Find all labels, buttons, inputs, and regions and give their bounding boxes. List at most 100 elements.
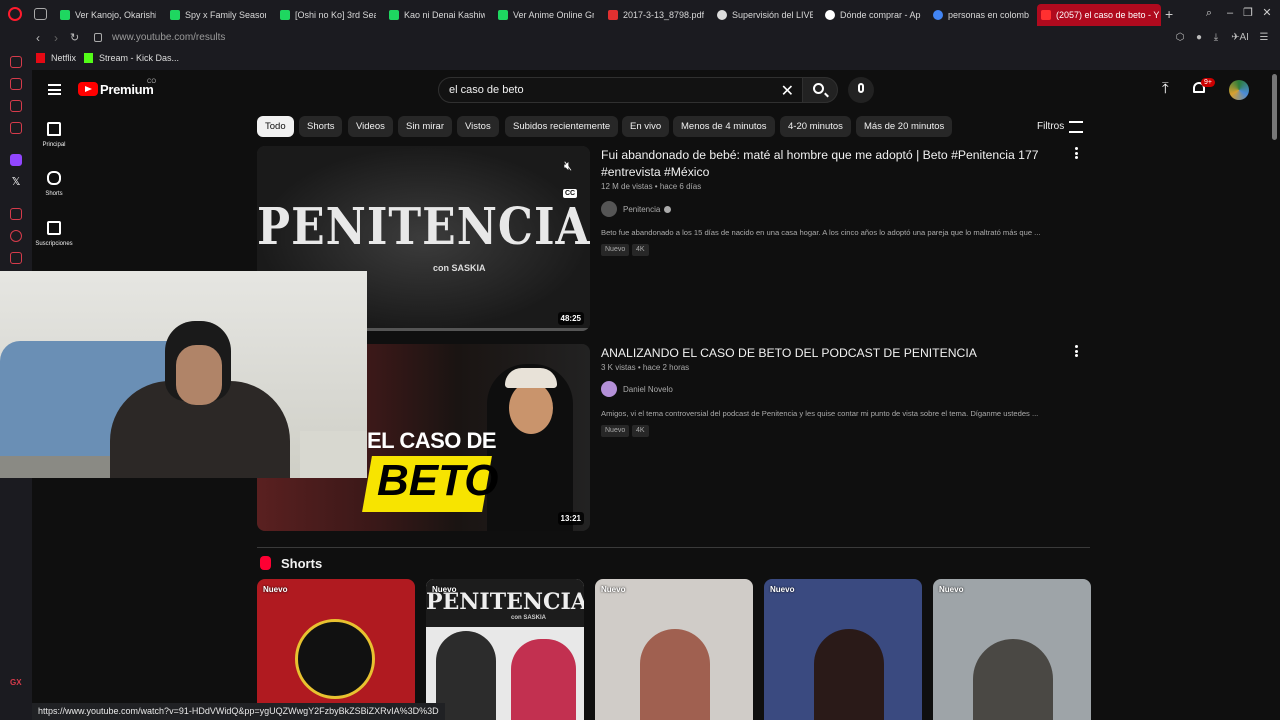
gx-corner-icon[interactable]: GX [10, 678, 22, 690]
short-thumbnail-3[interactable]: Nuevo [595, 579, 753, 720]
history-icon[interactable] [10, 230, 22, 242]
search-button[interactable] [802, 77, 838, 103]
account-avatar[interactable] [1229, 80, 1249, 100]
url-field[interactable]: www.youtube.com/results [112, 32, 225, 43]
tab-7[interactable]: Supervisión del LIVE [713, 4, 813, 26]
short-thumbnail-2[interactable]: PENITENCIA con SASKIA Nuevo [426, 579, 584, 720]
maximize-icon[interactable]: ❐ [1242, 7, 1254, 19]
chip-en-vivo[interactable]: En vivo [622, 116, 670, 137]
chip-videos[interactable]: Videos [348, 116, 393, 137]
video-description-2: Amigos, vi el tema controversial del pod… [601, 409, 1039, 418]
chip-shorts[interactable]: Shorts [299, 116, 343, 137]
tiktok-icon [717, 10, 727, 20]
chip-vistos[interactable]: Vistos [457, 116, 499, 137]
aria-icon[interactable] [10, 78, 22, 90]
shorts-logo-icon [260, 556, 271, 570]
aria-ai-icon[interactable]: ✈AI [1231, 32, 1249, 44]
tag-nuevo: Nuevo [601, 425, 630, 437]
opera-logo-icon[interactable] [8, 7, 22, 21]
chip-subidos-recientemente[interactable]: Subidos recientemente [505, 116, 619, 137]
short-person [814, 629, 884, 720]
minimize-icon[interactable]: – [1224, 7, 1236, 19]
channel-avatar [601, 381, 617, 397]
chip-mas-20-min[interactable]: Más de 20 minutos [856, 116, 953, 137]
nav-label: Shorts [45, 191, 63, 197]
close-window-icon[interactable]: ✕ [1261, 7, 1273, 19]
search-tabs-icon[interactable]: ⌕ [1203, 7, 1215, 19]
back-arrow-icon[interactable]: ‹ [36, 31, 40, 45]
youtube-logo-icon[interactable] [78, 82, 98, 96]
menu-hamburger-icon[interactable] [48, 84, 61, 95]
page-scrollbar[interactable] [1272, 74, 1277, 140]
more-actions-icon[interactable] [1075, 345, 1079, 357]
nav-subscriptions[interactable]: Suscripciones [32, 221, 76, 247]
netflix-icon [36, 53, 45, 63]
new-tab-plus-icon[interactable]: + [1165, 6, 1173, 22]
chip-sin-mirar[interactable]: Sin mirar [398, 116, 453, 137]
bookmarks-bar: Netflix Stream - Kick Das... [0, 48, 1280, 70]
video-title-1[interactable]: Fui abandonado de bebé: maté al hombre q… [601, 147, 1051, 181]
browser-tab-bar: Ver Kanojo, Okarishin Spy x Family Seaso… [0, 0, 1280, 28]
bookmark-label: Stream - Kick Das... [99, 53, 180, 63]
nav-shorts[interactable]: Shorts [32, 171, 76, 197]
mute-icon[interactable]: 🔇︎ [564, 158, 572, 174]
chip-todo[interactable]: Todo [257, 116, 294, 137]
workspaces-icon[interactable] [34, 8, 47, 20]
music-player-icon[interactable] [10, 208, 22, 220]
country-code: CO [147, 79, 156, 85]
clear-search-icon[interactable]: ✕ [781, 81, 794, 101]
short-thumbnail-5[interactable]: Nuevo [933, 579, 1091, 720]
forward-arrow-icon[interactable]: › [54, 31, 58, 45]
tab-active-youtube[interactable]: (2057) el caso de beto - Y [1037, 4, 1161, 26]
thumbnail-title-text: PENITENCIA [257, 198, 590, 257]
nuevo-badge: Nuevo [601, 585, 626, 594]
instagram-icon[interactable] [10, 122, 22, 134]
tag-nuevo: Nuevo [601, 244, 630, 256]
short-mask-graphic [295, 619, 375, 699]
tab-2[interactable]: Spy x Family Season [166, 4, 266, 26]
tab-label: (2057) el caso de beto - Y [1056, 10, 1160, 20]
channel-name: Penitencia [623, 204, 661, 214]
twitch-icon[interactable] [10, 154, 22, 166]
pinboard-icon[interactable] [10, 252, 22, 264]
channel-link-1[interactable]: Penitencia [601, 201, 672, 217]
reload-icon[interactable]: ↻ [70, 31, 79, 44]
tab-label: Ver Kanojo, Okarishin [75, 10, 156, 20]
bookmark-kick[interactable]: Stream - Kick Das... [84, 53, 179, 63]
short-thumbnail-1[interactable]: Nuevo [257, 579, 415, 720]
search-input[interactable]: el caso de beto ✕ [438, 77, 803, 103]
extensions-icon[interactable]: ⬡ [1174, 32, 1186, 44]
filters-sliders-icon[interactable] [1069, 121, 1083, 133]
video-title-2[interactable]: ANALIZANDO EL CASO DE BETO DEL PODCAST D… [601, 345, 1051, 362]
download-icon[interactable]: ⤓ [1210, 32, 1222, 44]
chip-4-20-min[interactable]: 4-20 minutos [780, 116, 851, 137]
webcam-overlay [0, 271, 367, 478]
tab-5[interactable]: Ver Anime Online Gra [494, 4, 594, 26]
messenger-icon[interactable] [10, 100, 22, 112]
tab-3[interactable]: [Oshi no Ko] 3rd Sea [276, 4, 376, 26]
tab-6[interactable]: 2017-3-13_8798.pdf [604, 4, 704, 26]
video-duration: 48:25 [557, 312, 584, 325]
channel-link-2[interactable]: Daniel Novelo [601, 381, 673, 397]
tab-label: Dónde comprar - Ap [840, 10, 921, 20]
bookmark-netflix[interactable]: Netflix [36, 53, 76, 63]
speed-dial-icon[interactable] [10, 56, 22, 68]
shorts-icon [47, 171, 61, 185]
profile-icon[interactable]: ● [1193, 32, 1205, 44]
more-actions-icon[interactable] [1075, 147, 1079, 159]
tab-9[interactable]: personas en colomb [929, 4, 1029, 26]
filters-button[interactable]: Filtros [1037, 121, 1064, 132]
nav-home[interactable]: Principal [32, 122, 76, 148]
closed-captions-icon[interactable]: CC [563, 189, 578, 198]
create-upload-icon[interactable]: ⤒ [1162, 81, 1174, 97]
search-icon [813, 83, 824, 94]
youtube-premium-logo[interactable]: Premium [100, 82, 154, 97]
x-twitter-icon[interactable]: 𝕏 [10, 176, 22, 188]
chip-menos-4-min[interactable]: Menos de 4 minutos [673, 116, 775, 137]
easy-setup-icon[interactable]: ☰ [1258, 32, 1270, 44]
voice-search-button[interactable] [848, 77, 874, 103]
short-thumbnail-4[interactable]: Nuevo [764, 579, 922, 720]
tab-4[interactable]: Kao ni Denai Kashiwa [385, 4, 485, 26]
tab-1[interactable]: Ver Kanojo, Okarishin [56, 4, 156, 26]
tab-8[interactable]: Dónde comprar - Ap [821, 4, 921, 26]
